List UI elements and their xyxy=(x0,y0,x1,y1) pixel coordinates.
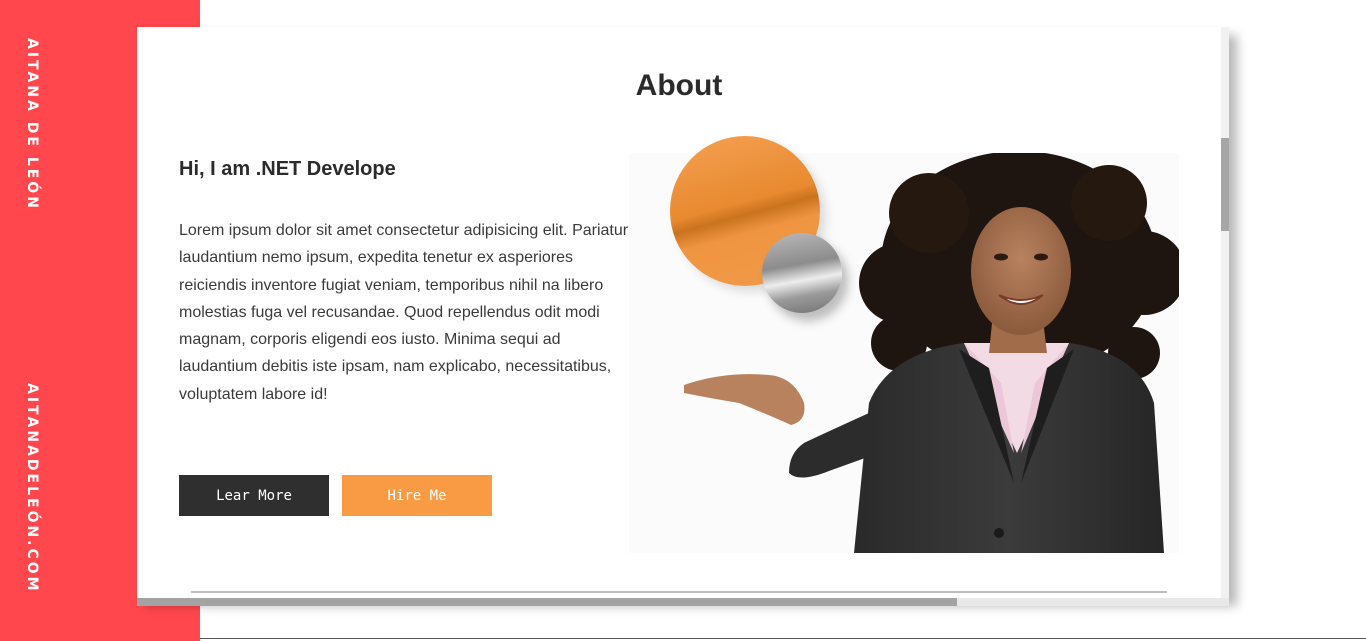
horizontal-scrollbar-thumb[interactable] xyxy=(137,598,957,606)
vertical-scrollbar[interactable] xyxy=(1221,27,1229,598)
about-bio: Lorem ipsum dolor sit amet consectetur a… xyxy=(179,222,629,403)
sidebar-name: AITANA DE LEÓN xyxy=(24,38,40,211)
about-headline: Hi, I am .NET Develope xyxy=(179,158,396,180)
section-title: About xyxy=(635,69,723,102)
vertical-scrollbar-thumb[interactable] xyxy=(1221,138,1229,231)
learn-more-button[interactable]: Lear More xyxy=(179,475,329,516)
hire-me-button[interactable]: Hire Me xyxy=(342,475,492,516)
sidebar-website[interactable]: AITANADELEÓN.COM xyxy=(24,383,40,594)
section-divider xyxy=(191,591,1167,593)
grey-circle-decoration xyxy=(762,233,842,313)
about-card: About Hi, I am .NET Develope Lorem ipsum… xyxy=(137,27,1229,606)
page-bottom-divider xyxy=(200,638,1366,639)
